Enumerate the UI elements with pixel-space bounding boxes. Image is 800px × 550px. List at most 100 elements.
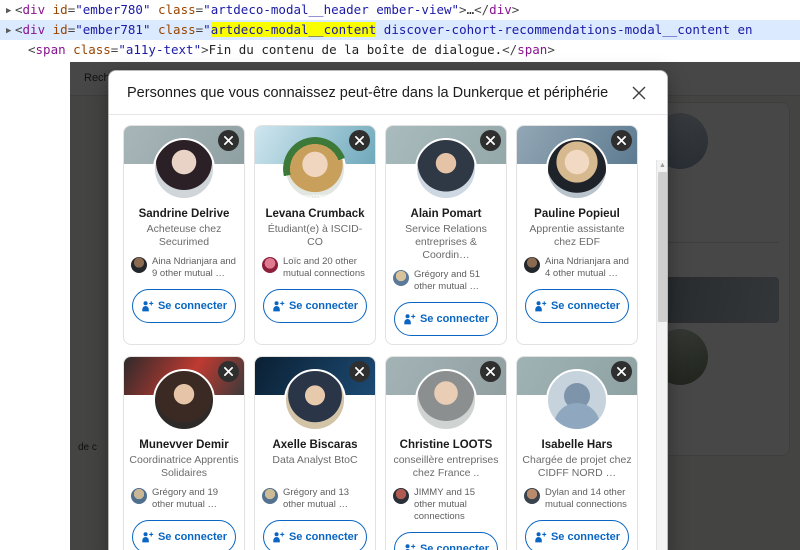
code-token-attr: class: [150, 22, 196, 37]
expand-triangle-icon[interactable]: ▶: [6, 21, 15, 41]
mutual-connections-row[interactable]: JIMMY and 15 other mutual connections: [386, 487, 506, 523]
expand-triangle-icon[interactable]: ▶: [6, 1, 15, 21]
mutual-connections-row[interactable]: Grégory and 13 other mutual …: [255, 487, 375, 511]
profile-avatar[interactable]: [284, 369, 346, 431]
open-to-work-label: #OPENTOWORK: [295, 193, 335, 200]
mutual-connections-text: Aina Ndrianjara and 4 other mutual …: [545, 256, 629, 279]
recommendation-card[interactable]: Alain Pomart Service Relations entreprise…: [385, 125, 507, 345]
code-token-hl: artdeco-modal__content: [210, 22, 377, 37]
avatar-wrapper[interactable]: [153, 369, 215, 431]
dismiss-icon[interactable]: [218, 130, 239, 151]
code-token-punc: >: [511, 2, 520, 17]
avatar-wrapper[interactable]: [546, 369, 608, 431]
mutual-connections-row[interactable]: Loïc and 20 other mutual connections: [255, 256, 375, 280]
recommendation-card[interactable]: Axelle Biscaras Data Analyst BtoC Grégory …: [254, 356, 376, 550]
code-token-punc: >: [459, 2, 467, 17]
dismiss-icon[interactable]: [218, 361, 239, 382]
mutual-connections-text: Aina Ndrianjara and 9 other mutual …: [152, 256, 236, 279]
modal-content: Sandrine Delrive Acheteuse chez Securimed…: [109, 115, 667, 550]
dismiss-icon[interactable]: [611, 361, 632, 382]
profile-name[interactable]: Sandrine Delrive: [135, 207, 234, 221]
code-token-txt: Fin du contenu de la boîte de dialogue.: [208, 42, 503, 57]
recommendation-card[interactable]: #OPENTOWORK Levana Crumback Étudiant(e) à …: [254, 125, 376, 345]
mutual-connections-text: Grégory and 13 other mutual …: [283, 487, 350, 510]
profile-name[interactable]: Isabelle Hars: [538, 438, 617, 452]
profile-avatar[interactable]: [415, 138, 477, 200]
mutual-connections-row[interactable]: Grégory and 51 other mutual …: [386, 269, 506, 293]
mutual-connection-avatar: [393, 270, 409, 286]
scroll-up-arrow-icon[interactable]: ▲: [657, 160, 667, 171]
mutual-connections-row[interactable]: Grégory and 19 other mutual …: [124, 487, 244, 511]
avatar-wrapper[interactable]: [153, 138, 215, 200]
code-token-val: ": [203, 22, 211, 37]
connect-button[interactable]: Se connecter: [132, 520, 236, 550]
code-token-tag: span: [517, 42, 548, 57]
profile-name[interactable]: Levana Crumback: [261, 207, 368, 221]
recommendation-card[interactable]: Pauline Popieul Apprentie assistante chez…: [516, 125, 638, 345]
avatar-wrapper[interactable]: [284, 369, 346, 431]
dismiss-icon[interactable]: [349, 130, 370, 151]
profile-name[interactable]: Munevver Demir: [135, 438, 232, 452]
profile-avatar[interactable]: [153, 138, 215, 200]
person-plus-icon: [404, 543, 416, 550]
close-icon[interactable]: [627, 81, 651, 105]
profile-headline: Chargée de projet chez CIDFF NORD …: [522, 454, 632, 479]
profile-name[interactable]: Axelle Biscaras: [268, 438, 361, 452]
scrollbar-thumb[interactable]: [658, 172, 667, 322]
dismiss-icon[interactable]: [480, 130, 501, 151]
dismiss-icon[interactable]: [480, 361, 501, 382]
dom-node-line[interactable]: ▶ <div id="ember781" class="artdeco-modal…: [0, 20, 800, 40]
mutual-connections-row[interactable]: Aina Ndrianjara and 4 other mutual …: [517, 256, 637, 280]
connect-button-label: Se connecter: [157, 530, 228, 543]
modal-scrollbar[interactable]: ▲: [656, 160, 667, 550]
recommendation-card[interactable]: Isabelle Hars Chargée de projet chez CIDF…: [516, 356, 638, 550]
connect-button[interactable]: Se connecter: [132, 289, 236, 323]
mutual-connections-text: Grégory and 51 other mutual …: [414, 269, 481, 292]
connect-button[interactable]: Se connecter: [394, 302, 498, 336]
avatar-wrapper[interactable]: #OPENTOWORK: [283, 137, 347, 201]
connect-button-label: Se connecter: [288, 530, 359, 543]
dom-node-line[interactable]: ▶<span class="a11y-text">Fin du contenu …: [0, 40, 800, 60]
discover-cohort-recommendations-modal: Personnes que vous connaissez peut-être …: [108, 70, 668, 550]
avatar-wrapper[interactable]: [415, 138, 477, 200]
connect-button[interactable]: Se connecter: [394, 532, 498, 550]
connect-button[interactable]: Se connecter: [525, 520, 629, 550]
person-plus-icon: [404, 313, 416, 324]
connect-button[interactable]: Se connecter: [525, 289, 629, 323]
profile-headline: Étudiant(e) à ISCID-CO: [267, 223, 363, 248]
mutual-connections-text: Loïc and 20 other mutual connections: [283, 256, 365, 279]
code-token-attr: class: [150, 2, 196, 17]
open-to-work-ring: [283, 137, 347, 201]
code-token-attr: class: [65, 42, 111, 57]
connect-button-label: Se connecter: [550, 530, 621, 543]
connect-button[interactable]: Se connecter: [263, 520, 367, 550]
avatar-wrapper[interactable]: [415, 369, 477, 431]
dom-node-line[interactable]: ▶ <div id="ember780" class="artdeco-modal…: [0, 0, 800, 20]
mutual-connections-text: Dylan and 14 other mutual connections: [545, 487, 627, 510]
recommendation-card[interactable]: Munevver Demir Coordinatrice Apprentis So…: [123, 356, 245, 550]
person-plus-icon: [142, 300, 154, 311]
profile-name[interactable]: Alain Pomart: [407, 207, 486, 221]
avatar-wrapper[interactable]: [546, 138, 608, 200]
dismiss-icon[interactable]: [349, 361, 370, 382]
mutual-connections-row[interactable]: Dylan and 14 other mutual connections: [517, 487, 637, 511]
profile-avatar[interactable]: [546, 369, 608, 431]
code-token-val: "artdeco-modal__header ember-view": [203, 2, 460, 17]
recommendation-card[interactable]: Christine LOOTS conseillère entreprises c…: [385, 356, 507, 550]
profile-name[interactable]: Christine LOOTS: [396, 438, 497, 452]
recommendation-cards-grid: Sandrine Delrive Acheteuse chez Securimed…: [123, 125, 655, 550]
profile-avatar[interactable]: [153, 369, 215, 431]
profile-avatar[interactable]: [546, 138, 608, 200]
code-token-punc: <: [15, 22, 23, 37]
profile-name[interactable]: Pauline Popieul: [530, 207, 624, 221]
mutual-connection-avatar: [262, 488, 278, 504]
profile-avatar[interactable]: [415, 369, 477, 431]
recommendation-card[interactable]: Sandrine Delrive Acheteuse chez Securimed…: [123, 125, 245, 345]
connect-button[interactable]: Se connecter: [263, 289, 367, 323]
code-token-tag: span: [35, 42, 66, 57]
mutual-connections-row[interactable]: Aina Ndrianjara and 9 other mutual …: [124, 256, 244, 280]
code-token-punc: </: [474, 2, 490, 17]
dismiss-icon[interactable]: [611, 130, 632, 151]
devtools-dom-pane: ▶ <div id="ember780" class="artdeco-modal…: [0, 0, 800, 62]
code-token-tag: div: [22, 22, 46, 37]
